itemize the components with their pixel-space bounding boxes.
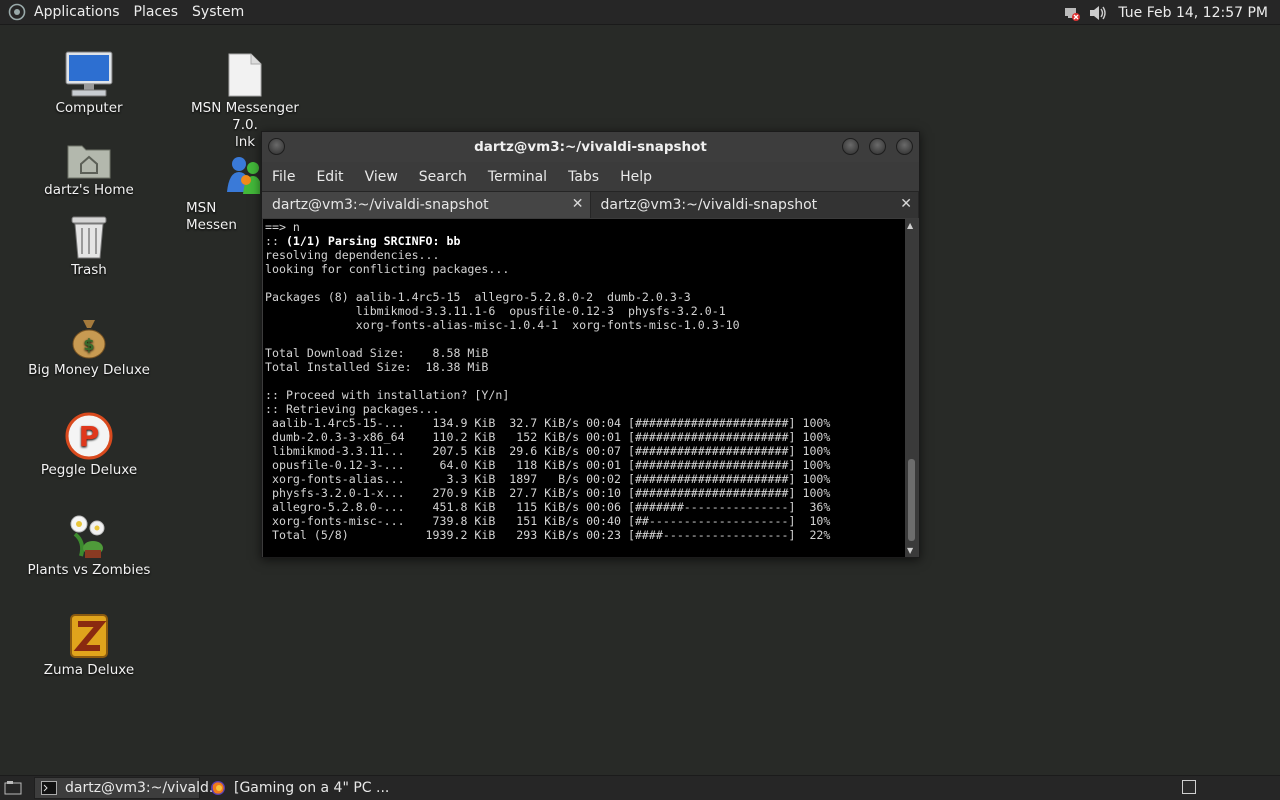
computer-icon	[63, 46, 115, 98]
applications-menu[interactable]: Applications	[34, 4, 120, 20]
terminal-line: aalib-1.4rc5-15-... 134.9 KiB 32.7 KiB/s…	[265, 416, 831, 430]
window-title: dartz@vm3:~/vivaldi-snapshot	[474, 139, 707, 155]
firefox-icon	[210, 780, 226, 796]
terminal-line: :: (1/1) Parsing SRCINFO: bb	[265, 234, 461, 248]
svg-text:$: $	[83, 335, 94, 354]
scrollbar-thumb[interactable]	[908, 459, 915, 541]
terminal-line: xorg-fonts-alias-misc-1.0.4-1 xorg-fonts…	[265, 318, 740, 332]
terminal-line: libmikmod-3.3.11.1-6 opusfile-0.12-3 phy…	[265, 304, 726, 318]
terminal-window[interactable]: dartz@vm3:~/vivaldi-snapshot File Edit V…	[261, 131, 920, 558]
desktop-icon-big-money[interactable]: $ Big Money Deluxe	[24, 308, 154, 379]
desktop-icon-label: MSN Messen	[186, 200, 237, 233]
menu-search[interactable]: Search	[419, 169, 467, 185]
terminal-output[interactable]: ==> n:: (1/1) Parsing SRCINFO: bb resolvi…	[263, 219, 906, 557]
tab-close-icon[interactable]: ✕	[900, 196, 912, 212]
terminal-line: opusfile-0.12-3-... 64.0 KiB 118 KiB/s 0…	[265, 458, 831, 472]
plants-vs-zombies-icon	[63, 508, 115, 560]
menu-file[interactable]: File	[272, 169, 295, 185]
terminal-tabs: dartz@vm3:~/vivaldi-snapshot ✕ dartz@vm3…	[262, 191, 919, 218]
menu-help[interactable]: Help	[620, 169, 652, 185]
menu-terminal[interactable]: Terminal	[488, 169, 547, 185]
desktop-icon-peggle[interactable]: P Peggle Deluxe	[24, 408, 154, 479]
terminal-line: looking for conflicting packages...	[265, 262, 510, 276]
taskbar-item-terminal[interactable]: dartz@vm3:~/vivald...	[34, 777, 222, 799]
taskbar-item-label: [Gaming on a 4" PC ...	[234, 780, 390, 796]
peggle-icon: P	[63, 408, 115, 460]
terminal-line: Total (5/8) 1939.2 KiB 293 KiB/s 00:23 […	[265, 528, 831, 542]
system-menu[interactable]: System	[192, 4, 244, 20]
msn-icon	[218, 146, 260, 198]
distro-logo-icon[interactable]	[6, 1, 28, 23]
terminal-bold-text: (1/1) Parsing SRCINFO: bb	[285, 234, 461, 248]
system-tray: Tue Feb 14, 12:57 PM	[1062, 0, 1280, 25]
tab-label: dartz@vm3:~/vivaldi-snapshot	[600, 197, 818, 213]
desktop-icon-label: Peggle Deluxe	[40, 462, 138, 478]
desktop-icon-zuma[interactable]: Zuma Deluxe	[24, 608, 154, 679]
terminal-line: :: Retrieving packages...	[265, 402, 440, 416]
terminal-line: ==> n	[265, 220, 300, 234]
menu-edit[interactable]: Edit	[316, 169, 343, 185]
close-button[interactable]	[896, 138, 913, 155]
home-folder-icon	[63, 128, 115, 180]
desktop-icon-plants-vs-zombies[interactable]: Plants vs Zombies	[24, 508, 154, 579]
places-menu[interactable]: Places	[134, 4, 179, 20]
menu-view[interactable]: View	[365, 169, 398, 185]
desktop-icon-home[interactable]: dartz's Home	[24, 128, 154, 199]
taskbar-item-label: dartz@vm3:~/vivald...	[65, 780, 223, 796]
taskbar-item-firefox[interactable]: [Gaming on a 4" PC ...	[204, 777, 397, 799]
show-desktop-icon[interactable]	[2, 777, 24, 799]
desktop-icon-computer[interactable]: Computer	[24, 46, 154, 117]
terminal-menubar: File Edit View Search Terminal Tabs Help	[262, 162, 919, 191]
desktop-icon-trash[interactable]: Trash	[24, 208, 154, 279]
desktop-icon-label: Zuma Deluxe	[43, 662, 135, 678]
trash-icon	[63, 208, 115, 260]
terminal-line: Total Installed Size: 18.38 MiB	[265, 360, 489, 374]
tab-1[interactable]: dartz@vm3:~/vivaldi-snapshot ✕	[262, 192, 591, 218]
tab-close-icon[interactable]: ✕	[572, 196, 584, 212]
workspace-switcher[interactable]	[1182, 780, 1196, 794]
svg-text:P: P	[79, 420, 100, 453]
top-panel: Applications Places System Tue Feb 14, 1…	[0, 0, 1280, 25]
scroll-down-icon[interactable]: ▼	[907, 546, 913, 555]
scroll-up-icon[interactable]: ▲	[907, 221, 913, 230]
tab-2[interactable]: dartz@vm3:~/vivaldi-snapshot ✕	[590, 192, 919, 218]
terminal-line: allegro-5.2.8.0-... 451.8 KiB 115 KiB/s …	[265, 500, 831, 514]
terminal-line: physfs-3.2.0-1-x... 270.9 KiB 27.7 KiB/s…	[265, 486, 831, 500]
terminal-line: resolving dependencies...	[265, 248, 440, 262]
desktop-icon-label: dartz's Home	[44, 182, 134, 198]
terminal-icon	[41, 780, 57, 796]
clock[interactable]: Tue Feb 14, 12:57 PM	[1118, 5, 1268, 21]
tab-label: dartz@vm3:~/vivaldi-snapshot	[272, 197, 489, 213]
desktop-icon-label: Plants vs Zombies	[27, 562, 151, 578]
desktop-icon-label: Computer	[55, 100, 123, 116]
menu-tabs[interactable]: Tabs	[568, 169, 599, 185]
desktop-icon-label: Trash	[71, 262, 107, 278]
zuma-icon	[63, 608, 115, 660]
volume-icon[interactable]	[1088, 3, 1108, 23]
desktop-icon-msn[interactable]: MSN Messen	[180, 146, 260, 234]
terminal-line: Total Download Size: 8.58 MiB	[265, 346, 489, 360]
maximize-button[interactable]	[869, 138, 886, 155]
terminal-line: dumb-2.0.3-3-x86_64 110.2 KiB 152 KiB/s …	[265, 430, 831, 444]
terminal-line: Packages (8) aalib-1.4rc5-15 allegro-5.2…	[265, 290, 691, 304]
window-menu-button[interactable]	[268, 138, 285, 155]
money-bag-icon: $	[63, 308, 115, 360]
bottom-panel: dartz@vm3:~/vivald... [Gaming on a 4" PC…	[0, 775, 1280, 800]
terminal-line: xorg-fonts-misc-... 739.8 KiB 151 KiB/s …	[265, 514, 831, 528]
terminal-line: :: Proceed with installation? [Y/n]	[265, 388, 510, 402]
desktop-icon-label: Big Money Deluxe	[28, 362, 150, 378]
window-titlebar[interactable]: dartz@vm3:~/vivaldi-snapshot	[262, 132, 919, 162]
minimize-button[interactable]	[842, 138, 859, 155]
network-disconnected-icon[interactable]	[1062, 3, 1082, 23]
terminal-scrollbar[interactable]: ▲ ▼	[905, 219, 918, 557]
terminal-line: libmikmod-3.3.11... 207.5 KiB 29.6 KiB/s…	[265, 444, 831, 458]
terminal-line: xorg-fonts-alias... 3.3 KiB 1897 B/s 00:…	[265, 472, 831, 486]
file-icon	[219, 46, 271, 98]
